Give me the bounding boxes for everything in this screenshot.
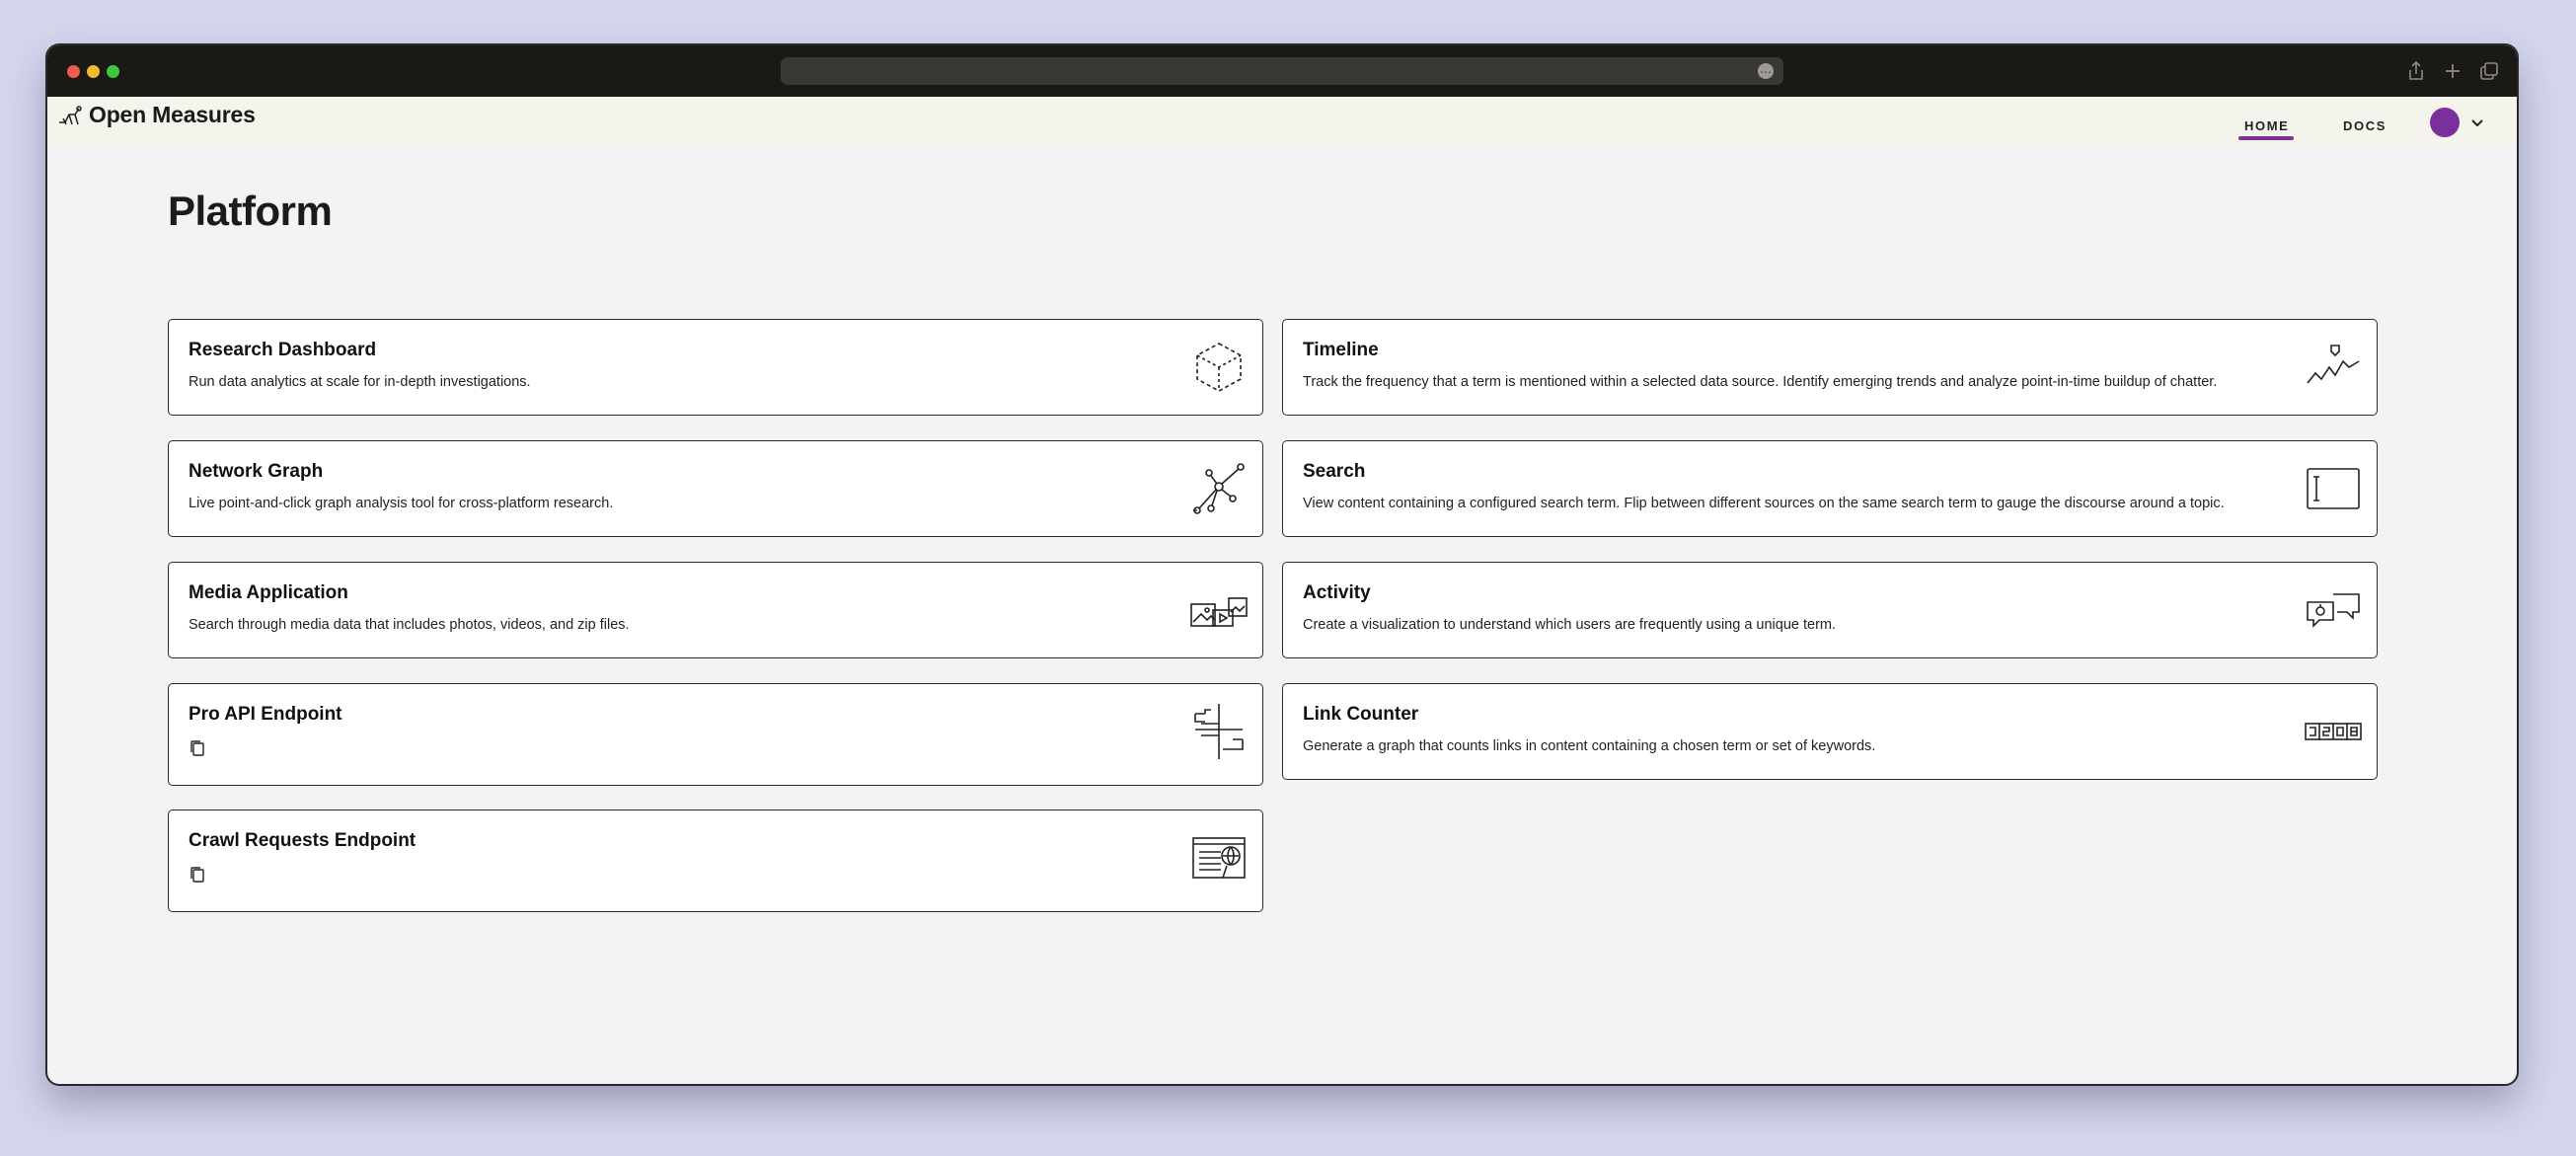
network-graph-icon (1189, 459, 1249, 518)
card-description: Generate a graph that counts links in co… (1303, 738, 1876, 754)
card-title: Activity (1303, 582, 1371, 603)
cube-icon (1189, 338, 1249, 397)
open-measures-logo-icon[interactable] (57, 105, 85, 128)
minimize-window-button[interactable] (87, 65, 100, 78)
browser-titlebar: … (47, 45, 2517, 97)
browser-window: … Open Measures HOME DOCS Platform Resea… (47, 45, 2517, 1084)
card-title: Research Dashboard (189, 340, 377, 360)
media-stack-icon (1189, 580, 1249, 640)
brand-name[interactable]: Open Measures (89, 102, 256, 128)
app-header: Open Measures (47, 97, 2517, 146)
zoom-window-button[interactable] (107, 65, 119, 78)
page-title: Platform (168, 188, 333, 234)
card-title: Timeline (1303, 340, 1379, 360)
card-title: Crawl Requests Endpoint (189, 830, 417, 851)
share-icon[interactable] (2404, 59, 2428, 83)
card-research-dashboard[interactable]: Research Dashboard Run data analytics at… (168, 319, 1263, 416)
card-search[interactable]: Search View content containing a configu… (1282, 440, 2378, 537)
card-title: Pro API Endpoint (189, 704, 342, 725)
nav-active-indicator (2238, 136, 2294, 140)
card-description: Create a visualization to understand whi… (1303, 617, 1837, 633)
nav-home-link[interactable]: HOME (2244, 118, 2289, 133)
card-title: Media Application (189, 582, 348, 603)
new-tab-icon[interactable] (2441, 59, 2464, 83)
card-activity[interactable]: Activity Create a visualization to under… (1282, 562, 2378, 658)
user-avatar[interactable] (2430, 108, 2460, 137)
card-description: View content containing a configured sea… (1303, 496, 2225, 511)
tab-overview-icon[interactable] (2477, 59, 2501, 83)
card-title: Link Counter (1303, 704, 1419, 725)
api-endpoint-icon (1189, 702, 1249, 761)
card-description: Track the frequency that a term is menti… (1303, 374, 2218, 390)
close-window-button[interactable] (67, 65, 80, 78)
copy-icon[interactable] (189, 866, 206, 884)
card-network-graph[interactable]: Network Graph Live point-and-click graph… (168, 440, 1263, 537)
chat-bubbles-icon (2304, 580, 2363, 640)
address-bar[interactable]: … (781, 57, 1783, 85)
chevron-down-icon[interactable] (2469, 115, 2485, 130)
trend-line-icon (2304, 338, 2363, 397)
card-description: Search through media data that includes … (189, 617, 630, 633)
card-description: Live point-and-click graph analysis tool… (189, 496, 614, 511)
crawl-document-icon (1189, 828, 1249, 887)
card-title: Search (1303, 461, 1366, 482)
card-title: Network Graph (189, 461, 324, 482)
card-media-application[interactable]: Media Application Search through media d… (168, 562, 1263, 658)
card-link-counter[interactable]: Link Counter Generate a graph that count… (1282, 683, 2378, 780)
nav-docs-link[interactable]: DOCS (2343, 118, 2387, 133)
counter-icon (2304, 702, 2363, 761)
card-timeline[interactable]: Timeline Track the frequency that a term… (1282, 319, 2378, 416)
card-crawl-requests-endpoint[interactable]: Crawl Requests Endpoint (168, 809, 1263, 912)
more-options-icon[interactable]: … (1758, 63, 1774, 79)
card-pro-api-endpoint[interactable]: Pro API Endpoint (168, 683, 1263, 786)
card-description: Run data analytics at scale for in-depth… (189, 374, 531, 390)
text-cursor-box-icon (2304, 459, 2363, 518)
copy-icon[interactable] (189, 739, 206, 757)
